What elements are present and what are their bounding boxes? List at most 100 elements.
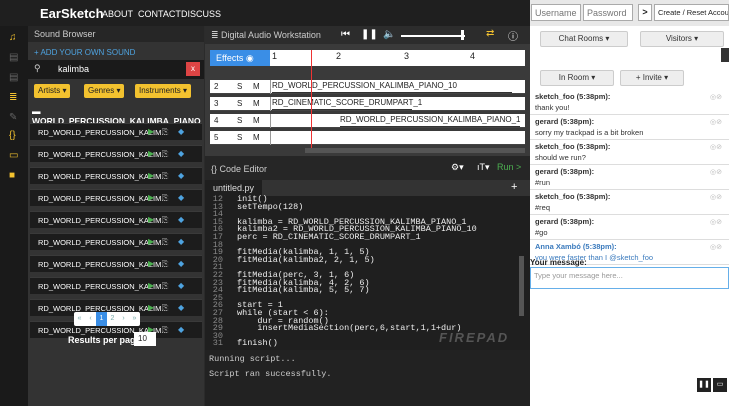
code-line[interactable]: perc = RD_CINEMATIC_SCORE_DRUMPART_1 <box>237 233 421 242</box>
sound-item[interactable]: RD_WORLD_PERCUSSION_KALIM... ▶ ⎘ ◆ <box>30 145 202 162</box>
run-button[interactable]: Run > <box>497 162 521 172</box>
code-line[interactable]: finish() <box>237 339 278 348</box>
pen-icon[interactable]: ✎ <box>9 112 17 123</box>
audio-clip[interactable]: RD_WORLD_PERCUSSION_KALIMBA_PIANO_10 <box>272 81 512 93</box>
loop-icon[interactable]: ⇄ <box>486 28 494 39</box>
code-area[interactable]: 12 init() 13 setTempo(128) 14 15 kalimba = RD_… <box>205 195 530 350</box>
chat-message-actions-icon[interactable]: ◎⊘ <box>710 168 722 176</box>
copy-icon[interactable]: ⎘ <box>162 259 168 269</box>
daw-scrollbar[interactable] <box>305 148 525 153</box>
invite-button[interactable]: + Invite ▾ <box>620 70 684 86</box>
mute-button[interactable]: M <box>253 116 260 125</box>
volume-icon[interactable]: 🔈 <box>383 29 395 40</box>
clear-search-icon[interactable]: x <box>186 62 200 76</box>
nav-discuss[interactable]: DISCUSS <box>181 9 221 19</box>
font-size-icon[interactable]: ıT▾ <box>477 162 490 173</box>
instruments-filter-button[interactable]: Instruments ▾ <box>135 84 192 98</box>
audio-clip[interactable]: RD_CINEMATIC_SCORE_DRUMPART_1 <box>272 98 422 110</box>
copy-icon[interactable]: ⎘ <box>162 171 168 181</box>
solo-button[interactable]: S <box>237 99 242 108</box>
effects-toggle[interactable]: Effects ◉ <box>210 50 270 66</box>
chat-message-actions-icon[interactable]: ◎⊘ <box>710 93 722 101</box>
favorite-icon[interactable]: ◆ <box>178 325 184 334</box>
play-icon[interactable]: ▶ <box>148 215 154 224</box>
chat-message-actions-icon[interactable]: ◎⊘ <box>710 143 722 151</box>
pause-icon[interactable]: ❚❚ <box>361 29 378 40</box>
favorite-icon[interactable]: ◆ <box>178 215 184 224</box>
sound-item[interactable]: RD_WORLD_PERCUSSION_KALIM... ▶ ⎘ ◆ <box>30 123 202 140</box>
play-icon[interactable]: ▶ <box>148 149 154 158</box>
favorite-icon[interactable]: ◆ <box>178 193 184 202</box>
chat-screen-icon[interactable]: ▭ <box>713 378 727 392</box>
play-icon[interactable]: ▶ <box>148 171 154 180</box>
login-go-button[interactable]: > <box>638 4 652 21</box>
chat-message-actions-icon[interactable]: ◎⊘ <box>710 118 722 126</box>
nav-about[interactable]: ABOUT <box>102 9 133 19</box>
new-tab-icon[interactable]: + <box>511 181 517 193</box>
solo-button[interactable]: S <box>237 133 242 142</box>
play-icon[interactable]: ▶ <box>148 281 154 290</box>
chat-message-actions-icon[interactable]: ◎⊘ <box>710 218 722 226</box>
code-line[interactable]: fitMedia(kalimba2, 2, 1, 5) <box>237 256 375 265</box>
chat-pause-icon[interactable]: ❚❚ <box>697 378 711 392</box>
settings-gear-icon[interactable]: ⚙▾ <box>451 162 464 173</box>
audio-clip[interactable]: RD_WORLD_PERCUSSION_KALIMBA_PIANO_1 <box>340 115 521 127</box>
shared-scripts-icon[interactable]: ▤ <box>9 72 18 83</box>
username-input[interactable] <box>531 4 581 21</box>
play-icon[interactable]: ▶ <box>148 193 154 202</box>
mute-button[interactable]: M <box>253 133 260 142</box>
app-logo[interactable]: EarSketch <box>40 6 104 21</box>
page-1[interactable]: 1 <box>96 312 107 326</box>
favorite-icon[interactable]: ◆ <box>178 237 184 246</box>
copy-icon[interactable]: ⎘ <box>162 237 168 247</box>
volume-slider[interactable] <box>401 35 465 37</box>
chat-message-actions-icon[interactable]: ◎⊘ <box>710 193 722 201</box>
copy-icon[interactable]: ⎘ <box>162 303 168 313</box>
sound-item[interactable]: RD_WORLD_PERCUSSION_KALIM... ▶ ⎘ ◆ <box>30 255 202 272</box>
sound-item[interactable]: RD_WORLD_PERCUSSION_KALIM... ▶ ⎘ ◆ <box>30 167 202 184</box>
copy-icon[interactable]: ⎘ <box>162 193 168 203</box>
play-icon[interactable]: ▶ <box>148 127 154 136</box>
solo-button[interactable]: S <box>237 116 242 125</box>
sound-item[interactable]: RD_WORLD_PERCUSSION_KALIM... ▶ ⎘ ◆ <box>30 233 202 250</box>
track-row[interactable]: 4 S M RD_WORLD_PERCUSSION_KALIMBA_PIANO_1 <box>210 114 525 128</box>
favorite-icon[interactable]: ◆ <box>178 171 184 180</box>
page-first[interactable]: « <box>74 312 85 326</box>
mute-button[interactable]: M <box>253 82 260 91</box>
password-input[interactable] <box>583 4 633 21</box>
copy-icon[interactable]: ⎘ <box>162 325 168 335</box>
copy-icon[interactable]: ⎘ <box>162 149 168 159</box>
script-browser-icon[interactable]: ▤ <box>9 52 18 63</box>
code-line[interactable]: insertMediaSection(perc,6,start,1,1+dur) <box>237 324 461 333</box>
track-row[interactable]: 2 S M RD_WORLD_PERCUSSION_KALIMBA_PIANO_10 <box>210 80 525 94</box>
mixer-icon[interactable]: ≣ <box>9 92 17 103</box>
volume-handle[interactable] <box>461 30 464 40</box>
message-input[interactable]: Type your message here... <box>530 267 729 289</box>
play-icon[interactable]: ▶ <box>148 259 154 268</box>
info-icon[interactable]: ⓘ <box>508 28 518 43</box>
search-box[interactable]: ⚲ kalimba x <box>28 60 204 79</box>
play-icon[interactable]: ▶ <box>148 237 154 246</box>
page-next[interactable]: › <box>118 312 129 326</box>
page-2[interactable]: 2 <box>107 312 118 326</box>
nav-contact[interactable]: CONTACT <box>138 9 181 19</box>
in-room-button[interactable]: In Room ▾ <box>540 70 614 86</box>
favorite-icon[interactable]: ◆ <box>178 127 184 136</box>
add-sound-link[interactable]: + ADD YOUR OWN SOUND <box>34 48 135 57</box>
code-line[interactable]: fitMedia(kalimba, 5, 5, 7) <box>237 286 370 295</box>
notes-icon[interactable]: ■ <box>9 170 15 181</box>
sound-item[interactable]: RD_WORLD_PERCUSSION_KALIM... ▶ ⎘ ◆ <box>30 277 202 294</box>
mute-button[interactable]: M <box>253 99 260 108</box>
rewind-icon[interactable]: ⏮ <box>341 29 350 40</box>
curriculum-icon[interactable]: ▭ <box>9 150 18 161</box>
sound-item[interactable]: RD_WORLD_PERCUSSION_KALIM... ▶ ⎘ ◆ <box>30 189 202 206</box>
track-row[interactable]: 3 S M RD_CINEMATIC_SCORE_DRUMPART_1 <box>210 97 525 111</box>
track-row[interactable]: 5 S M <box>210 131 525 145</box>
favorite-icon[interactable]: ◆ <box>178 303 184 312</box>
page-last[interactable]: » <box>129 312 140 326</box>
sound-item[interactable]: RD_WORLD_PERCUSSION_KALIM... ▶ ⎘ ◆ <box>30 211 202 228</box>
results-per-page-input[interactable]: 10 <box>134 332 156 346</box>
create-account-button[interactable]: Create / Reset Account <box>654 4 729 21</box>
sound-browser-icon[interactable]: ♫ <box>9 32 17 43</box>
copy-icon[interactable]: ⎘ <box>162 281 168 291</box>
